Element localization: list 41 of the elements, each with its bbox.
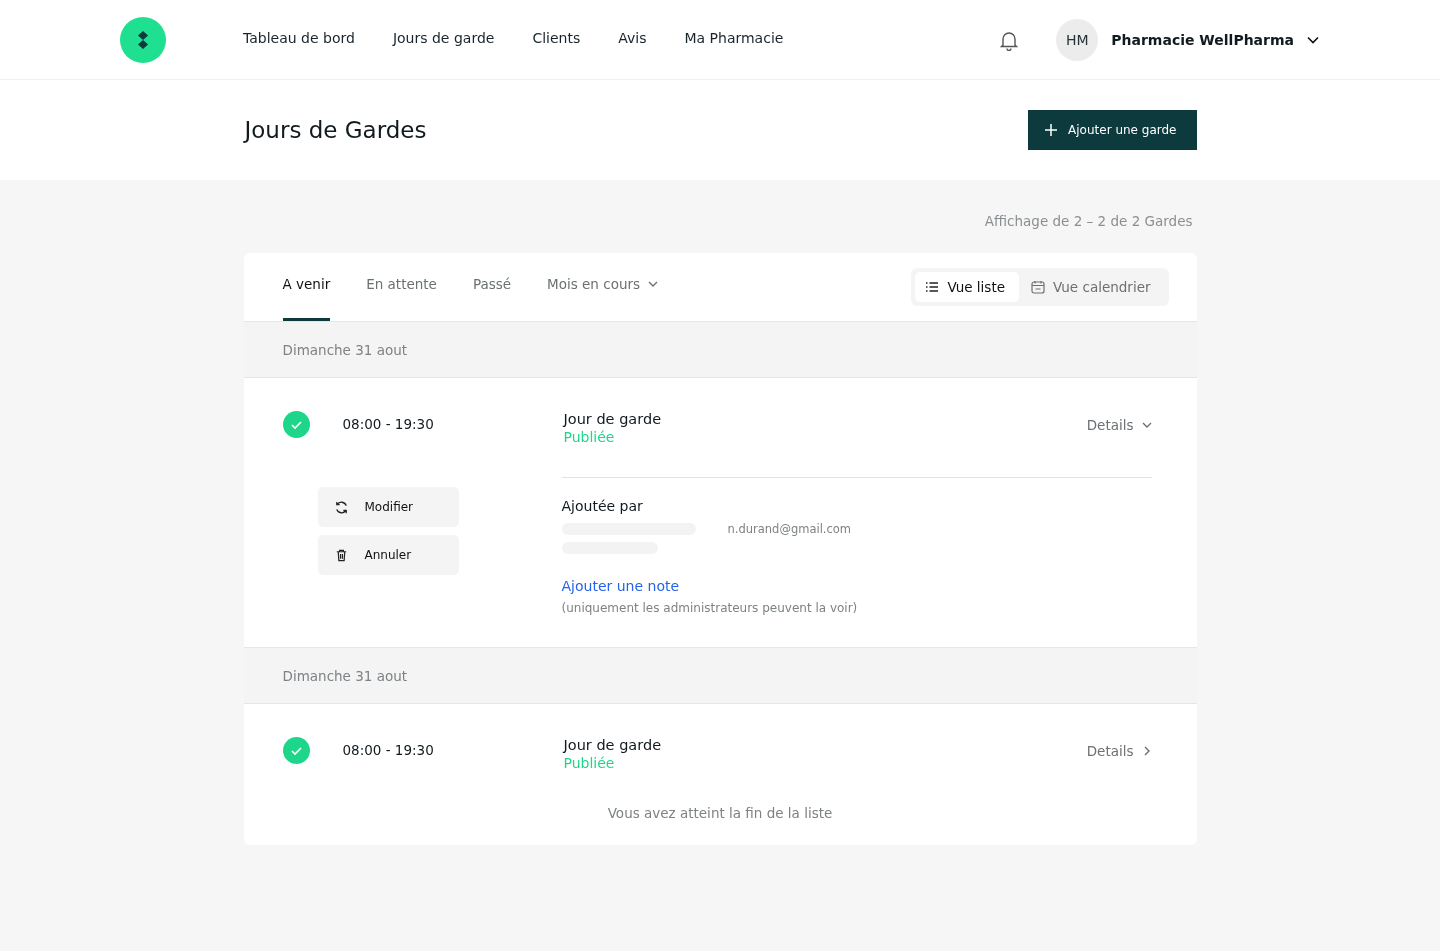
note-hint: (uniquement les administrateurs peuvent la voir) bbox=[561, 601, 859, 615]
details-toggle[interactable]: Details bbox=[1086, 737, 1152, 765]
refresh-icon bbox=[333, 499, 349, 515]
time-range: 08:00 - 19:30 bbox=[342, 415, 435, 434]
check-circle-icon bbox=[282, 411, 310, 438]
nav-link[interactable]: Clients bbox=[532, 29, 581, 46]
nav-link[interactable]: Avis bbox=[618, 29, 647, 46]
plus-icon bbox=[1044, 123, 1059, 137]
time-range: 08:00 - 19:30 bbox=[342, 741, 435, 760]
check-circle-icon bbox=[282, 737, 310, 764]
status-label: Publiée bbox=[563, 429, 616, 445]
chevron-icon bbox=[1141, 420, 1152, 430]
date-header: Dimanche 31 aout bbox=[243, 647, 1197, 704]
page-title: Jours de Gardes bbox=[244, 117, 427, 143]
month-dropdown[interactable]: Mois en cours bbox=[547, 253, 659, 321]
calendar-icon bbox=[1031, 280, 1045, 294]
email-text: n.durand@gmail.com bbox=[727, 522, 853, 536]
shift-title: Jour de garde bbox=[563, 737, 662, 753]
added-by-label: Ajoutée par bbox=[561, 498, 644, 514]
nav-link[interactable]: Tableau de bord bbox=[243, 29, 355, 46]
status-label: Publiée bbox=[563, 755, 616, 771]
result-count: Affichage de 2 – 2 de 2 Gardes bbox=[983, 212, 1194, 231]
tab[interactable]: Passé bbox=[472, 253, 512, 321]
shift-title: Jour de garde bbox=[563, 411, 662, 427]
view-toggle[interactable]: Vue calendrier bbox=[1021, 272, 1165, 302]
view-toggle[interactable]: Vue liste bbox=[915, 272, 1019, 302]
nav-link[interactable]: Ma Pharmacie bbox=[684, 29, 784, 46]
edit-button[interactable]: Modifier bbox=[317, 487, 459, 527]
date-header: Dimanche 31 aout bbox=[243, 321, 1197, 378]
cancel-button[interactable]: Annuler bbox=[317, 535, 459, 575]
logo-icon[interactable] bbox=[120, 16, 166, 63]
details-toggle[interactable]: Details bbox=[1086, 411, 1152, 439]
tab[interactable]: En attente bbox=[366, 253, 437, 321]
chevron-icon bbox=[648, 279, 659, 289]
user-name[interactable]: Pharmacie WellPharma bbox=[1111, 31, 1294, 48]
end-of-list-text: Vous avez atteint la fin de la liste bbox=[606, 804, 834, 823]
add-shift-button[interactable]: Ajouter une garde bbox=[1028, 110, 1197, 150]
user-avatar[interactable]: HM bbox=[1056, 18, 1099, 61]
list-icon bbox=[925, 280, 940, 294]
nav-link[interactable]: Jours de garde bbox=[392, 29, 495, 46]
add-note-link[interactable]: Ajouter une note bbox=[561, 578, 680, 594]
